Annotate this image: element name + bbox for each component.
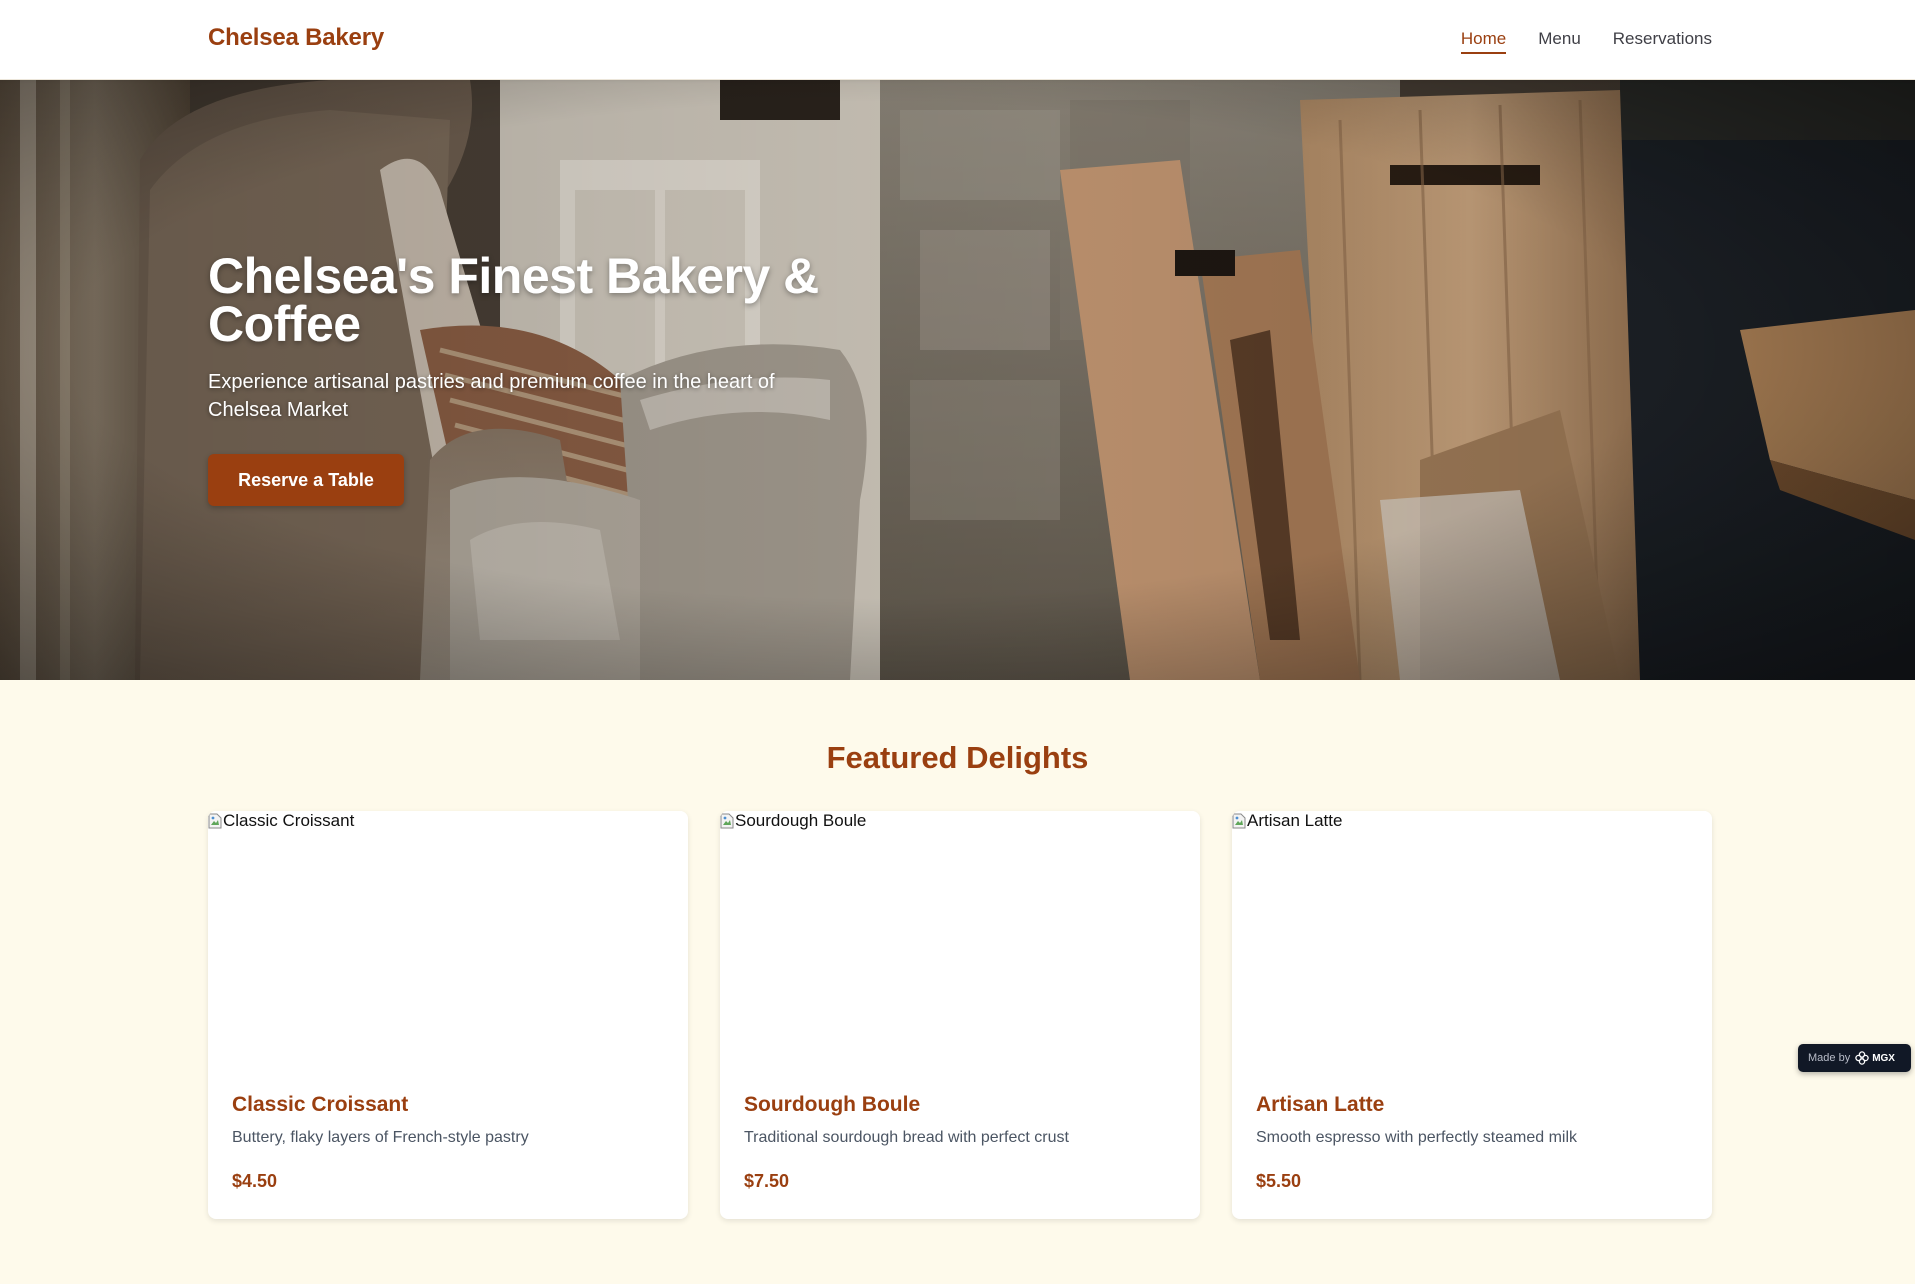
brand-logo[interactable]: Chelsea Bakery (208, 24, 384, 52)
product-name: Sourdough Boule (744, 1093, 921, 1116)
product-name: Artisan Latte (1256, 1093, 1385, 1116)
product-name: Classic Croissant (232, 1093, 409, 1116)
product-description: Smooth espresso with perfectly steamed m… (1256, 1129, 1578, 1146)
broken-image-icon (208, 813, 222, 829)
product-card-sourdough[interactable]: Sourdough Boule Sourdough Boule Traditio… (720, 811, 1200, 1219)
hero-title: Chelsea's Finest Bakery & Coffee (208, 248, 819, 352)
product-description: Buttery, flaky layers of French-style pa… (232, 1129, 529, 1146)
featured-title: Featured Delights (826, 740, 1089, 775)
product-image: Artisan Latte (1232, 811, 1712, 1067)
broken-image-icon (1232, 813, 1246, 829)
nav-reservations-link[interactable]: Reservations (1613, 29, 1712, 54)
product-card-latte[interactable]: Artisan Latte Artisan Latte Smooth espre… (1232, 811, 1712, 1219)
product-price: $4.50 (232, 1171, 278, 1191)
product-image-alt: Sourdough Boule (735, 811, 867, 830)
featured-cards: Classic Croissant Classic Croissant Butt… (208, 811, 1712, 1219)
product-price: $5.50 (1256, 1171, 1302, 1191)
product-image-alt: Classic Croissant (223, 811, 355, 830)
hero-section: Chelsea's Finest Bakery & Coffee Experie… (0, 80, 1915, 680)
made-by-label: Made by (1808, 1052, 1851, 1064)
product-description: Traditional sourdough bread with perfect… (744, 1129, 1069, 1146)
mgx-logo: MGX (1855, 1051, 1895, 1065)
product-image: Classic Croissant (208, 811, 688, 1067)
product-price: $7.50 (744, 1171, 790, 1191)
product-image: Sourdough Boule (720, 811, 1200, 1067)
mgx-logo-icon (1855, 1051, 1869, 1065)
broken-image-icon (720, 813, 734, 829)
reserve-table-button[interactable]: Reserve a Table (208, 454, 404, 506)
mgx-logo-text: MGX (1872, 1052, 1895, 1064)
main-nav: Home Menu Reservations (1460, 29, 1712, 54)
hero-subtitle: Experience artisanal pastries and premiu… (208, 371, 775, 421)
product-card-croissant[interactable]: Classic Croissant Classic Croissant Butt… (208, 811, 688, 1219)
site-header: Chelsea Bakery Home Menu Reservations (0, 0, 1915, 80)
made-by-badge[interactable]: Made by MGX (1798, 1044, 1911, 1072)
nav-home-link[interactable]: Home (1460, 29, 1507, 54)
nav-menu-link[interactable]: Menu (1538, 29, 1581, 54)
product-image-alt: Artisan Latte (1247, 811, 1343, 830)
